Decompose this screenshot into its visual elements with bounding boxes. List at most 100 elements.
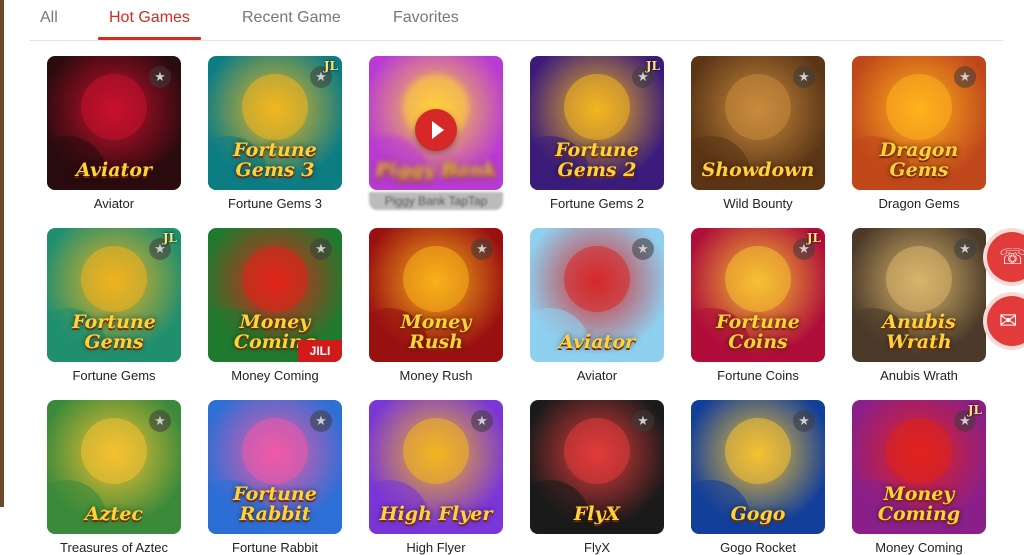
game-card[interactable]: Dragon Gems ★ Dragon Gems [852, 56, 986, 211]
game-thumbnail[interactable]: Showdown ★ [691, 56, 825, 190]
game-thumbnail[interactable]: Fortune Gems 3 ★ JL [208, 56, 342, 190]
game-card[interactable]: Aviator ★ Aviator [47, 56, 181, 211]
customer-support-button[interactable]: ☏ [987, 232, 1024, 282]
game-art-shape [242, 246, 308, 312]
game-logo-text: Piggy Bank [375, 159, 497, 181]
game-card[interactable]: Showdown ★ Wild Bounty [691, 56, 825, 211]
game-title: Aviator [93, 196, 135, 211]
game-title: FlyX [584, 540, 610, 555]
game-art-shape [403, 418, 469, 484]
game-title: Fortune Rabbit [232, 540, 318, 555]
game-title: Fortune Coins [717, 368, 799, 383]
game-card[interactable]: Gogo ★ Gogo Rocket [691, 400, 825, 555]
game-title: Aviator [576, 368, 618, 383]
game-thumbnail[interactable]: Fortune Coins ★ JL [691, 228, 825, 362]
game-thumbnail[interactable]: Aztec ★ [47, 400, 181, 534]
mail-icon: ✉ [999, 308, 1018, 333]
game-title: Wild Bounty [723, 196, 793, 211]
favorite-star-icon[interactable]: ★ [632, 238, 654, 260]
game-card[interactable]: Fortune Coins ★ JL Fortune Coins [691, 228, 825, 383]
game-art-shape [886, 246, 952, 312]
message-button[interactable]: ✉ [987, 296, 1024, 346]
game-art-shape [886, 74, 952, 140]
headset-icon: ☏ [999, 244, 1024, 269]
favorite-star-icon[interactable]: ★ [632, 410, 654, 432]
favorite-star-icon[interactable]: ★ [149, 66, 171, 88]
game-logo-text: Anubis Wrath [882, 311, 956, 353]
game-art-shape [81, 418, 147, 484]
favorite-star-icon[interactable]: ★ [310, 238, 332, 260]
game-thumbnail[interactable]: Anubis Wrath ★ [852, 228, 986, 362]
game-thumbnail[interactable]: High Flyer ★ [369, 400, 503, 534]
game-logo-text: Aztec [85, 503, 143, 525]
game-thumbnail[interactable]: Money Coming ★ JILI [208, 228, 342, 362]
game-card[interactable]: Fortune Rabbit ★ Fortune Rabbit [208, 400, 342, 555]
favorite-star-icon[interactable]: ★ [310, 410, 332, 432]
jl-badge: JL [162, 231, 177, 245]
game-thumbnail[interactable]: Money Coming ★ JL [852, 400, 986, 534]
game-title: Money Coming [231, 368, 319, 383]
game-card[interactable]: Money Coming ★ JILI Money Coming [208, 228, 342, 383]
game-title: Money Coming [875, 540, 963, 555]
jl-badge: JL [645, 59, 660, 73]
game-art-shape [564, 246, 630, 312]
game-thumbnail[interactable]: Aviator ★ [530, 228, 664, 362]
favorite-star-icon[interactable]: ★ [954, 66, 976, 88]
game-card[interactable]: Anubis Wrath ★ Anubis Wrath [852, 228, 986, 383]
game-thumbnail[interactable]: Money Rush ★ [369, 228, 503, 362]
game-logo-text: High Flyer [379, 503, 493, 525]
game-card[interactable]: Aviator ★ Aviator [530, 228, 664, 383]
game-card[interactable]: High Flyer ★ High Flyer [369, 400, 503, 555]
game-card[interactable]: FlyX ★ FlyX [530, 400, 664, 555]
tab-hot-games[interactable]: Hot Games [98, 9, 201, 40]
game-thumbnail[interactable]: Aviator ★ [47, 56, 181, 190]
jili-badge: JILI [298, 340, 342, 362]
favorite-star-icon[interactable]: ★ [793, 66, 815, 88]
favorite-star-icon[interactable]: ★ [471, 410, 493, 432]
game-logo-text: Money Coming [877, 483, 961, 525]
game-card[interactable]: Money Rush ★ Money Rush [369, 228, 503, 383]
game-art-shape [725, 418, 791, 484]
tab-favorites[interactable]: Favorites [393, 9, 459, 27]
game-card[interactable]: Piggy Bank Piggy Bank TapTap [369, 56, 503, 210]
tab-recent-game[interactable]: Recent Game [242, 9, 341, 27]
game-title: Fortune Gems 3 [228, 196, 322, 211]
game-title: Anubis Wrath [880, 368, 958, 383]
active-tab-underline [98, 37, 201, 40]
game-logo-text: Money Rush [400, 311, 472, 353]
game-art-shape [564, 418, 630, 484]
game-logo-text: Fortune Gems 3 [233, 139, 317, 181]
game-card[interactable]: Fortune Gems 2 ★ JL Fortune Gems 2 [530, 56, 664, 211]
game-art-shape [725, 246, 791, 312]
game-thumbnail[interactable]: Dragon Gems ★ [852, 56, 986, 190]
game-thumbnail[interactable]: Fortune Gems ★ JL [47, 228, 181, 362]
game-art-shape [564, 74, 630, 140]
favorite-star-icon[interactable]: ★ [954, 238, 976, 260]
jl-badge: JL [323, 59, 338, 73]
game-title: Fortune Gems [72, 368, 156, 383]
game-card[interactable]: Money Coming ★ JL Money Coming [852, 400, 986, 555]
game-card[interactable]: Aztec ★ Treasures of Aztec [47, 400, 181, 555]
game-art-shape [242, 74, 308, 140]
play-icon[interactable] [415, 109, 457, 151]
game-logo-text: Showdown [701, 159, 815, 181]
game-thumbnail[interactable]: Fortune Rabbit ★ [208, 400, 342, 534]
game-logo-text: Fortune Gems [72, 311, 156, 353]
game-card[interactable]: Fortune Gems 3 ★ JL Fortune Gems 3 [208, 56, 342, 211]
game-thumbnail[interactable]: Fortune Gems 2 ★ JL [530, 56, 664, 190]
favorite-star-icon[interactable]: ★ [793, 410, 815, 432]
favorite-star-icon[interactable]: ★ [149, 410, 171, 432]
game-card[interactable]: Fortune Gems ★ JL Fortune Gems [47, 228, 181, 383]
game-title: Gogo Rocket [720, 540, 796, 555]
game-logo-text: Gogo [730, 503, 786, 525]
left-edge [0, 0, 4, 507]
game-thumbnail[interactable]: FlyX ★ [530, 400, 664, 534]
game-thumbnail[interactable]: Piggy Bank [369, 56, 503, 190]
game-logo-text: Fortune Coins [716, 311, 800, 353]
tab-all[interactable]: All [40, 9, 58, 27]
game-thumbnail[interactable]: Gogo ★ [691, 400, 825, 534]
game-logo-text: Aviator [76, 159, 152, 181]
game-art-shape [886, 418, 952, 484]
favorite-star-icon[interactable]: ★ [471, 238, 493, 260]
game-title: Money Rush [399, 368, 473, 383]
